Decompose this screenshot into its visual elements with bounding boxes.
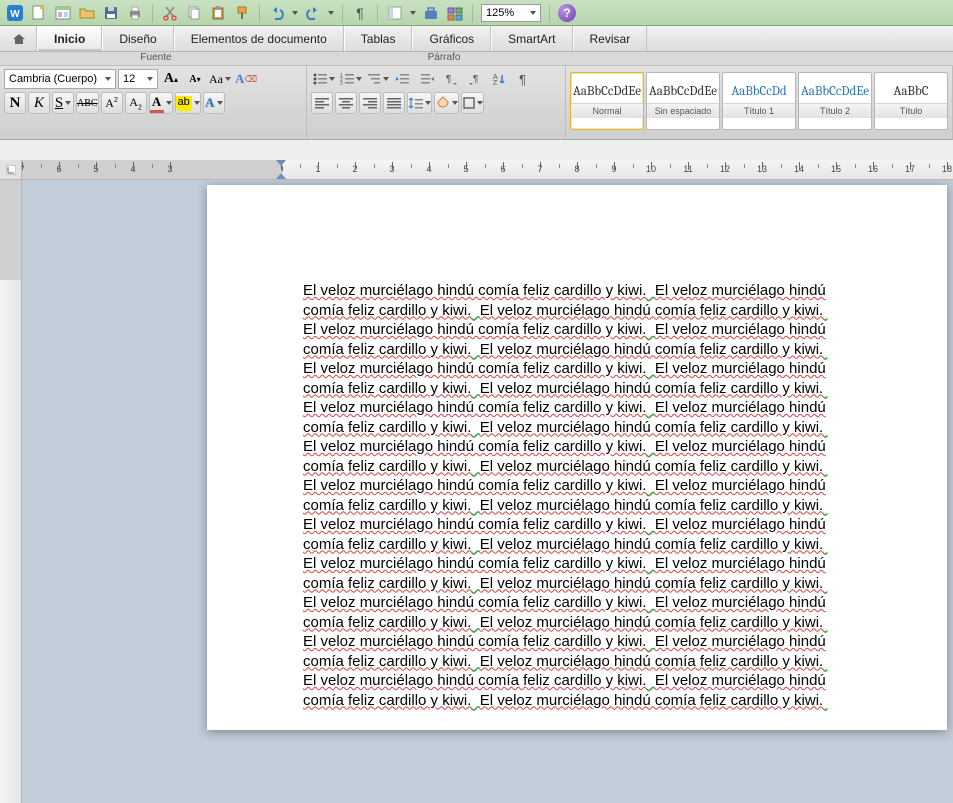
font-color-button[interactable]: A — [149, 92, 173, 114]
rtl-button[interactable]: ¶ — [464, 68, 486, 90]
new-icon[interactable] — [30, 4, 48, 22]
shading-button[interactable] — [434, 92, 459, 114]
font-name-combo[interactable]: Cambria (Cuerpo) — [4, 69, 116, 89]
copy-icon[interactable] — [185, 4, 203, 22]
svg-text:¶: ¶ — [446, 74, 451, 85]
paste-icon[interactable] — [209, 4, 227, 22]
quick-access-toolbar: W ¶ 125% ? — [0, 0, 953, 26]
save-icon[interactable] — [102, 4, 120, 22]
redo-icon[interactable] — [304, 4, 322, 22]
undo-dropdown[interactable] — [292, 11, 298, 15]
gallery-icon[interactable] — [446, 4, 464, 22]
page: El veloz murciélago hindú comía feliz ca… — [207, 185, 947, 730]
borders-button[interactable] — [461, 92, 484, 114]
justify-button[interactable] — [383, 92, 405, 114]
svg-text:W: W — [10, 9, 20, 20]
shrink-font-button[interactable]: A▾ — [184, 68, 206, 90]
word-icon: W — [6, 4, 24, 22]
format-painter-icon[interactable] — [233, 4, 251, 22]
tab-elementos-de-documento[interactable]: Elementos de documento — [174, 26, 344, 51]
underline-button[interactable]: S — [52, 92, 74, 114]
group-paragraph: 123 ¶ ¶ AZ ¶ — [307, 66, 566, 139]
style-sin-espaciado[interactable]: AaBbCcDdEeSin espaciado — [646, 72, 720, 130]
sort-button[interactable]: AZ — [488, 68, 510, 90]
text-effects-button[interactable]: A — [203, 92, 225, 114]
style-título-1[interactable]: AaBbCcDdTítulo 1 — [722, 72, 796, 130]
toolbox-icon[interactable] — [422, 4, 440, 22]
indent-button[interactable] — [416, 68, 438, 90]
font-size-value: 12 — [123, 73, 135, 85]
separator — [377, 4, 378, 22]
strike-button[interactable]: ABC — [76, 92, 99, 114]
vertical-ruler[interactable] — [0, 180, 22, 803]
svg-text:3: 3 — [340, 81, 343, 86]
horizontal-ruler[interactable]: 76543210123456789101112131415161718 — [22, 160, 953, 180]
ribbon: Cambria (Cuerpo) 12 A▴ A▾ Aa A⌫ N K S AB… — [0, 66, 953, 140]
undo-icon[interactable] — [268, 4, 286, 22]
ribbon-tabs: InicioDiseñoElementos de documentoTablas… — [0, 26, 953, 52]
ltr-button[interactable]: ¶ — [440, 68, 462, 90]
numbering-button[interactable]: 123 — [338, 68, 363, 90]
align-center-button[interactable] — [335, 92, 357, 114]
font-size-combo[interactable]: 12 — [118, 69, 158, 89]
tab-home-icon[interactable] — [2, 26, 37, 51]
sidebar-dropdown[interactable] — [410, 11, 416, 15]
style-normal[interactable]: AaBbCcDdEeNormal — [570, 72, 644, 130]
redo-dropdown[interactable] — [328, 11, 334, 15]
separator — [549, 4, 550, 22]
document-scroll[interactable]: El veloz murciélago hindú comía feliz ca… — [22, 180, 953, 803]
tab-diseño[interactable]: Diseño — [102, 26, 173, 51]
align-right-button[interactable] — [359, 92, 381, 114]
group-title-font: Fuente — [0, 52, 312, 65]
group-titles: Fuente Párrafo — [0, 52, 953, 66]
tab-smartart[interactable]: SmartArt — [491, 26, 572, 51]
styles-gallery[interactable]: AaBbCcDdEeNormalAaBbCcDdEeSin espaciadoA… — [568, 70, 950, 132]
open-icon[interactable] — [78, 4, 96, 22]
document-area: 76543210123456789101112131415161718 El v… — [0, 160, 953, 803]
outdent-button[interactable] — [392, 68, 414, 90]
template-icon[interactable] — [54, 4, 72, 22]
svg-text:¶: ¶ — [473, 74, 478, 85]
group-styles: AaBbCcDdEeNormalAaBbCcDdEeSin espaciadoA… — [566, 66, 953, 139]
pilcrow-icon[interactable]: ¶ — [351, 4, 369, 22]
help-icon[interactable]: ? — [558, 4, 576, 22]
separator — [342, 4, 343, 22]
tab-inicio[interactable]: Inicio — [37, 26, 102, 51]
bold-button[interactable]: N — [4, 92, 26, 114]
grow-font-button[interactable]: A▴ — [160, 68, 182, 90]
sidebar-icon[interactable] — [386, 4, 404, 22]
tab-tablas[interactable]: Tablas — [344, 26, 413, 51]
zoom-value: 125% — [486, 7, 514, 19]
cut-icon[interactable] — [161, 4, 179, 22]
font-name-value: Cambria (Cuerpo) — [9, 73, 97, 85]
bullets-button[interactable] — [311, 68, 336, 90]
group-title-paragraph: Párrafo — [312, 52, 576, 65]
ruler-corner[interactable] — [0, 160, 22, 180]
highlight-button[interactable]: ab — [175, 92, 201, 114]
separator — [472, 4, 473, 22]
tab-revisar[interactable]: Revisar — [573, 26, 648, 51]
zoom-combo[interactable]: 125% — [481, 4, 541, 22]
italic-button[interactable]: K — [28, 92, 50, 114]
group-font: Cambria (Cuerpo) 12 A▴ A▾ Aa A⌫ N K S AB… — [0, 66, 307, 139]
print-icon[interactable] — [126, 4, 144, 22]
change-case-button[interactable]: Aa — [208, 68, 232, 90]
subscript-button[interactable]: A2 — [125, 92, 147, 114]
style-título-2[interactable]: AaBbCcDdEeTítulo 2 — [798, 72, 872, 130]
line-spacing-button[interactable] — [407, 92, 432, 114]
tab-gráficos[interactable]: Gráficos — [412, 26, 491, 51]
body-text[interactable]: El veloz murciélago hindú comía feliz ca… — [303, 281, 828, 710]
style-título[interactable]: AaBbCTítulo — [874, 72, 948, 130]
separator — [259, 4, 260, 22]
svg-text:Z: Z — [493, 80, 498, 86]
show-marks-button[interactable]: ¶ — [512, 68, 534, 90]
clear-format-button[interactable]: A⌫ — [234, 68, 258, 90]
superscript-button[interactable]: A2 — [101, 92, 123, 114]
multilevel-button[interactable] — [365, 68, 390, 90]
align-left-button[interactable] — [311, 92, 333, 114]
separator — [152, 4, 153, 22]
